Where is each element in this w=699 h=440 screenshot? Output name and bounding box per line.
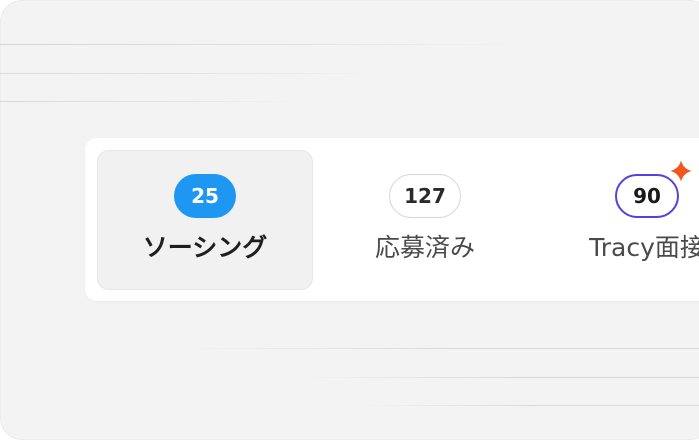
tab-label: 応募済み: [374, 233, 475, 262]
decor-line: [0, 44, 520, 45]
sparkle-icon: [666, 156, 696, 186]
status-tab-bar: 25 ソーシング 127 応募済み 90 Tracy面接: [85, 138, 699, 301]
app-frame: 25 ソーシング 127 応募済み 90 Tracy面接: [0, 0, 699, 440]
count-badge: 25: [174, 174, 236, 218]
count-badge: 127: [389, 174, 461, 218]
decor-line: [0, 101, 300, 102]
decor-line: [0, 73, 380, 74]
tab-sourcing[interactable]: 25 ソーシング: [97, 150, 313, 290]
tab-applied[interactable]: 127 応募済み: [315, 150, 535, 290]
tab-label: Tracy面接: [589, 233, 699, 262]
decor-line: [360, 405, 699, 406]
tab-label: ソーシング: [142, 233, 268, 262]
decor-line: [180, 348, 699, 349]
decor-line: [300, 377, 699, 378]
